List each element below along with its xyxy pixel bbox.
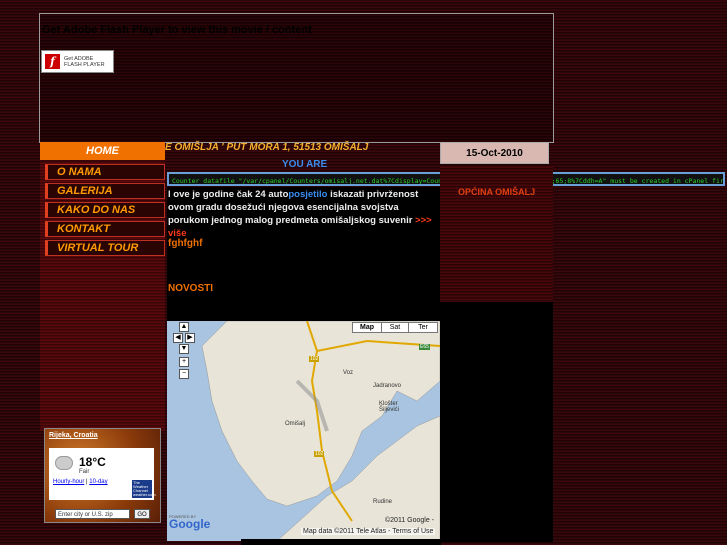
- intro-overlay-text: posjetilo: [288, 189, 328, 200]
- weather-card: 18°C Fair Hourly-hour | 10-day The Weath…: [49, 448, 156, 500]
- map-terrain: [167, 321, 440, 541]
- map-type-satellite-button[interactable]: Sat: [381, 322, 409, 333]
- pan-right-icon[interactable]: ▶: [185, 333, 195, 343]
- intro-text-start: l ove je godine čak 24 auto: [168, 189, 289, 200]
- weather-widget: Rijeka, Croatia 18°C Fair Hourly-hour | …: [44, 428, 161, 523]
- map-type-terrain-button[interactable]: Ter: [408, 322, 438, 333]
- nav-home-button[interactable]: HOME: [40, 142, 165, 160]
- map-place-label: Klošter Šiljevići: [379, 401, 400, 413]
- opcina-heading: OPĆINA OMIŠALJ: [458, 187, 536, 197]
- bottom-bar: [241, 539, 441, 545]
- flash-logo-icon: f: [45, 54, 60, 69]
- placeholder-heading: fghfghf: [168, 238, 203, 249]
- nav-item-virtual-tour[interactable]: VIRTUAL TOUR: [45, 240, 165, 256]
- weather-links: Hourly-hour | 10-day: [53, 479, 108, 485]
- nav-item-o-nama[interactable]: O NAMA: [45, 164, 165, 180]
- content-panel: l ove je godine čak 24 autoposjetilo isk…: [167, 187, 440, 321]
- nav-item-galerija[interactable]: GALERIJA: [45, 183, 165, 199]
- map-type-map-button[interactable]: Map: [352, 322, 382, 333]
- nav-item-kako-do-nas[interactable]: KAKO DO NAS: [45, 202, 165, 218]
- right-panel: OPĆINA OMIŠALJ: [440, 165, 553, 300]
- map-place-label: Voz: [343, 370, 354, 376]
- weather-fair-icon: [55, 456, 73, 470]
- get-flash-player-button[interactable]: f Get ADOBE FLASH PLAYER: [41, 50, 114, 73]
- address-text: E OMIŠLJA ' PUT MORA 1, 51513 OMIŠALJ: [165, 142, 369, 153]
- zoom-out-icon[interactable]: −: [179, 369, 189, 379]
- left-nav: O NAMA GALERIJA KAKO DO NAS KONTAKT VIRT…: [40, 161, 165, 431]
- weather-temperature: 18°C: [79, 455, 106, 469]
- weather-hourly-link[interactable]: Hourly-hour: [53, 479, 84, 485]
- map-place-label: Jadranovo: [373, 383, 402, 389]
- flash-header: Get Adobe Flash Player to view this movi…: [39, 13, 554, 143]
- weather-condition: Fair: [79, 469, 90, 475]
- pan-left-icon[interactable]: ◀: [173, 333, 183, 343]
- road-label: 102: [314, 451, 325, 457]
- weather-go-button[interactable]: GO: [134, 509, 150, 519]
- nav-item-kontakt[interactable]: KONTAKT: [45, 221, 165, 237]
- pan-up-icon[interactable]: ▲: [179, 322, 189, 332]
- weather-10day-link[interactable]: 10-day: [89, 479, 107, 485]
- flash-message: Get Adobe Flash Player to view this movi…: [42, 24, 312, 36]
- intro-text: l ove je godine čak 24 autoposjetilo isk…: [168, 188, 440, 240]
- zoom-in-icon[interactable]: +: [179, 357, 189, 367]
- date-display: 15-Oct-2010: [440, 142, 549, 164]
- map-place-label: Omišalj: [285, 421, 306, 427]
- google-logo[interactable]: Google: [169, 517, 210, 531]
- google-map[interactable]: Map Sat Ter ▲ ◀ ▶ ▼ + − Jadranovo Voz Kl…: [167, 321, 440, 541]
- map-copyright-google: ©2011 Google -: [385, 517, 435, 524]
- weather-search-input[interactable]: Enter city or U.S. zip: [55, 509, 130, 519]
- right-black-panel: [440, 302, 553, 542]
- road-label: E65: [419, 344, 430, 350]
- road-label: 102: [309, 356, 320, 362]
- map-copyright[interactable]: Map data ©2011 Tele Atlas - Terms of Use: [301, 528, 436, 535]
- weather-city-link[interactable]: Rijeka, Croatia: [49, 432, 98, 439]
- news-heading[interactable]: NOVOSTI: [168, 283, 213, 294]
- you-are-label: YOU ARE: [282, 159, 328, 170]
- flash-badge-line2: FLASH PLAYER: [64, 61, 105, 68]
- pan-down-icon[interactable]: ▼: [179, 344, 189, 354]
- map-place-label: Rudine: [373, 499, 393, 505]
- weather-channel-logo[interactable]: The Weather Channel weather.com: [132, 480, 156, 498]
